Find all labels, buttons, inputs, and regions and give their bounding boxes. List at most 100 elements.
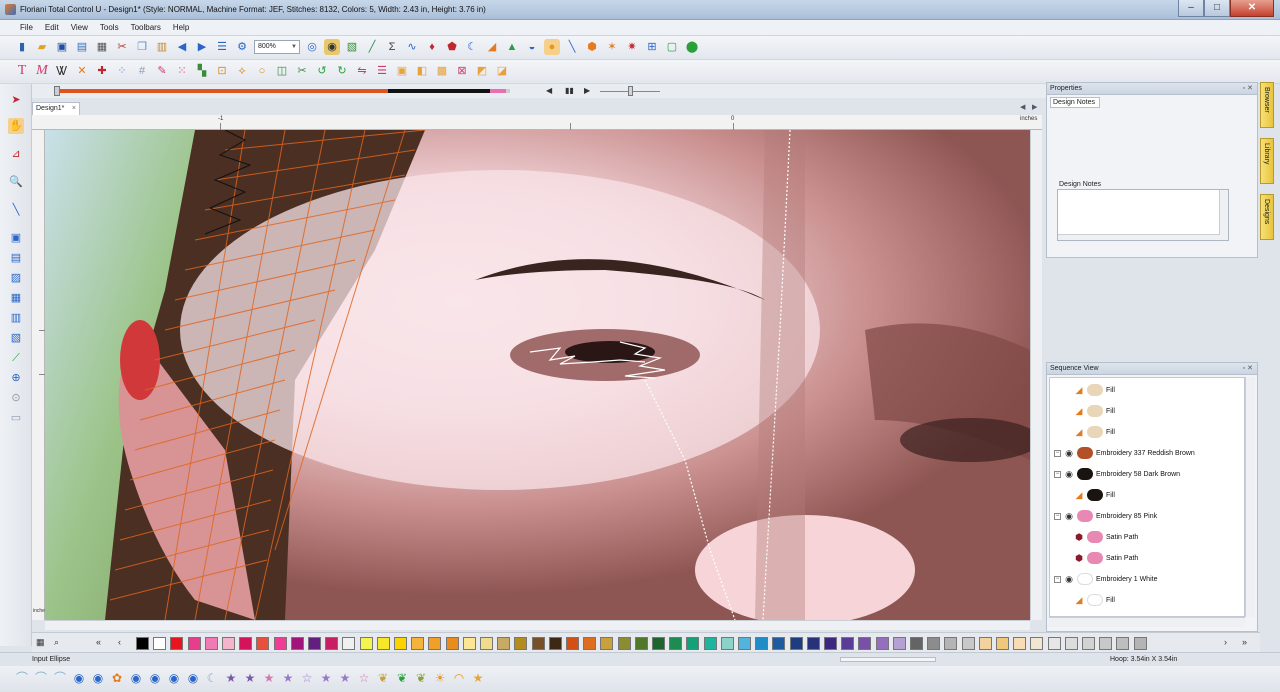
color-blocks-icon[interactable]: ▚ (194, 63, 210, 79)
loop-stitch-icon[interactable]: ⌒ (52, 670, 68, 686)
palette-swatch[interactable] (1116, 637, 1130, 650)
grid-view-icon[interactable]: ☰ (214, 39, 230, 55)
mirror-icon[interactable]: ⇋ (354, 63, 370, 79)
palette-swatch[interactable] (1030, 637, 1044, 650)
expand-collapse-icon[interactable]: − (1054, 449, 1061, 457)
combine-icon[interactable]: ▩ (434, 63, 450, 79)
menu-edit[interactable]: Edit (39, 20, 65, 35)
palette-swatch[interactable] (617, 637, 631, 650)
doc-tab-close-icon[interactable]: × (72, 103, 76, 115)
font-icon[interactable]: Ꮤ (54, 63, 70, 79)
sequence-object-row[interactable]: ◢ Fill (1074, 380, 1115, 400)
speed-slider-thumb[interactable] (628, 86, 633, 96)
rotate-left-icon[interactable]: ↺ (314, 63, 330, 79)
palette-swatch[interactable] (1082, 637, 1095, 650)
magic-icon[interactable]: ✶ (604, 39, 620, 55)
palette-swatch[interactable] (273, 637, 287, 650)
zoom-icon[interactable]: 🔍 (8, 174, 24, 190)
zoom-fit-icon[interactable]: ◎ (304, 39, 320, 55)
palette-swatch[interactable] (875, 637, 889, 650)
clipboard-icon[interactable]: ▥ (8, 310, 24, 326)
palette-swatch[interactable] (1064, 637, 1078, 650)
swirl-stitch-icon[interactable]: ◉ (128, 670, 144, 686)
star-violet-icon[interactable]: ★ (280, 670, 296, 686)
layers-icon[interactable]: ◫ (274, 63, 290, 79)
sequence-horizontal-scrollbar[interactable] (1049, 617, 1245, 627)
image-icon[interactable]: ▨ (8, 270, 24, 286)
save-all-icon[interactable]: ▤ (74, 39, 90, 55)
tab-library[interactable]: Library (1260, 138, 1274, 184)
paste-icon[interactable]: ▥ (154, 39, 170, 55)
star-pink-icon[interactable]: ★ (261, 670, 277, 686)
ungroup-icon[interactable]: ◧ (414, 63, 430, 79)
crescent-icon[interactable]: ☾ (464, 39, 480, 55)
menu-toolbars[interactable]: Toolbars (125, 20, 167, 35)
canvas-vertical-scrollbar[interactable] (1030, 130, 1042, 620)
menu-file[interactable]: File (14, 20, 39, 35)
copy-icon[interactable]: ❐ (134, 39, 150, 55)
arc-stitch-icon[interactable]: ⌒ (33, 670, 49, 686)
leaf-gold-icon[interactable]: ❦ (375, 670, 391, 686)
stitch-simulator-icon[interactable]: ◉ (324, 39, 340, 55)
palette-swatch[interactable] (600, 637, 614, 650)
palette-swatch[interactable] (376, 637, 390, 650)
palette-swatch[interactable] (359, 637, 373, 650)
palette-swatch[interactable] (583, 637, 597, 650)
palette-swatch[interactable] (308, 637, 321, 650)
tools-extra-icon[interactable]: ▭ (8, 410, 24, 426)
visibility-eye-icon[interactable]: ◉ (1064, 511, 1074, 521)
target-icon[interactable]: ✚ (94, 63, 110, 79)
palette-grid-icon[interactable]: ▦ (36, 637, 45, 648)
palette-swatch[interactable] (531, 637, 545, 650)
monogram-icon[interactable]: M (34, 63, 50, 79)
open-folder-icon[interactable]: ▰ (34, 39, 50, 55)
sigma-icon[interactable]: Σ (384, 39, 400, 55)
grid-toggle-icon[interactable]: ▦ (8, 290, 24, 306)
palette-swatch[interactable] (480, 637, 493, 650)
sequence-list[interactable]: ◢ Fill ◢ Fill ◢ Fill − ◉ Embroidery 337 Reddish … (1049, 377, 1245, 617)
palette-swatch[interactable] (927, 637, 941, 650)
palette-last-icon[interactable]: » (1242, 637, 1247, 647)
pointer-icon[interactable]: ⊙ (8, 390, 24, 406)
palette-swatch[interactable] (978, 637, 992, 650)
tab-browser[interactable]: Browser (1260, 82, 1274, 128)
convert-icon[interactable]: ◩ (474, 63, 490, 79)
align-icon[interactable]: ☰ (374, 63, 390, 79)
palette-swatch[interactable] (652, 637, 665, 650)
palette-swatch[interactable] (222, 637, 235, 650)
curve-icon[interactable]: ∿ (404, 39, 420, 55)
settings-gear-icon[interactable]: ⚙ (234, 39, 250, 55)
palette-swatch[interactable] (738, 637, 751, 650)
applique-icon[interactable]: ⬢ (584, 39, 600, 55)
palette-swatch[interactable] (1013, 637, 1027, 650)
green-button-icon[interactable]: ⬤ (684, 39, 700, 55)
palette-swatch[interactable] (153, 637, 167, 650)
palette-swatch[interactable] (1047, 637, 1061, 650)
palette-swatch[interactable] (566, 637, 579, 650)
stitch-progress-thumb[interactable] (54, 86, 60, 96)
palette-swatch[interactable] (789, 637, 803, 650)
select-arrow-icon[interactable]: ➤ (8, 92, 24, 108)
star-gold-icon[interactable]: ★ (470, 670, 486, 686)
cut-icon[interactable]: ✂ (114, 39, 130, 55)
palette-swatch[interactable] (136, 637, 149, 650)
text-tool-icon[interactable]: T (14, 63, 30, 79)
leaf-olive-icon[interactable]: ❦ (413, 670, 429, 686)
star-outline-icon[interactable]: ☆ (299, 670, 315, 686)
circle-icon[interactable]: ○ (254, 63, 270, 79)
menu-view[interactable]: View (65, 20, 94, 35)
crop-icon[interactable]: ⊡ (214, 63, 230, 79)
sequence-color-row[interactable]: − ◉ Embroidery 85 Pink (1054, 506, 1157, 526)
panel-close-icon[interactable]: ▫ ✕ (1243, 83, 1253, 95)
expand-collapse-icon[interactable]: − (1054, 575, 1061, 583)
palette-swatch[interactable] (514, 637, 528, 650)
fan-stitch-icon[interactable]: ◠ (451, 670, 467, 686)
brush-icon[interactable]: ✎ (154, 63, 170, 79)
palette-swatch[interactable] (239, 637, 253, 650)
palette-swatch[interactable] (428, 637, 442, 650)
close-button[interactable]: ✕ (1230, 0, 1274, 17)
palette-swatch[interactable] (1099, 637, 1113, 650)
dots-grid-icon[interactable]: ⁘ (114, 63, 130, 79)
save-design-icon[interactable]: ▧ (344, 39, 360, 55)
palette-prev-icon[interactable]: ‹ (118, 637, 121, 647)
